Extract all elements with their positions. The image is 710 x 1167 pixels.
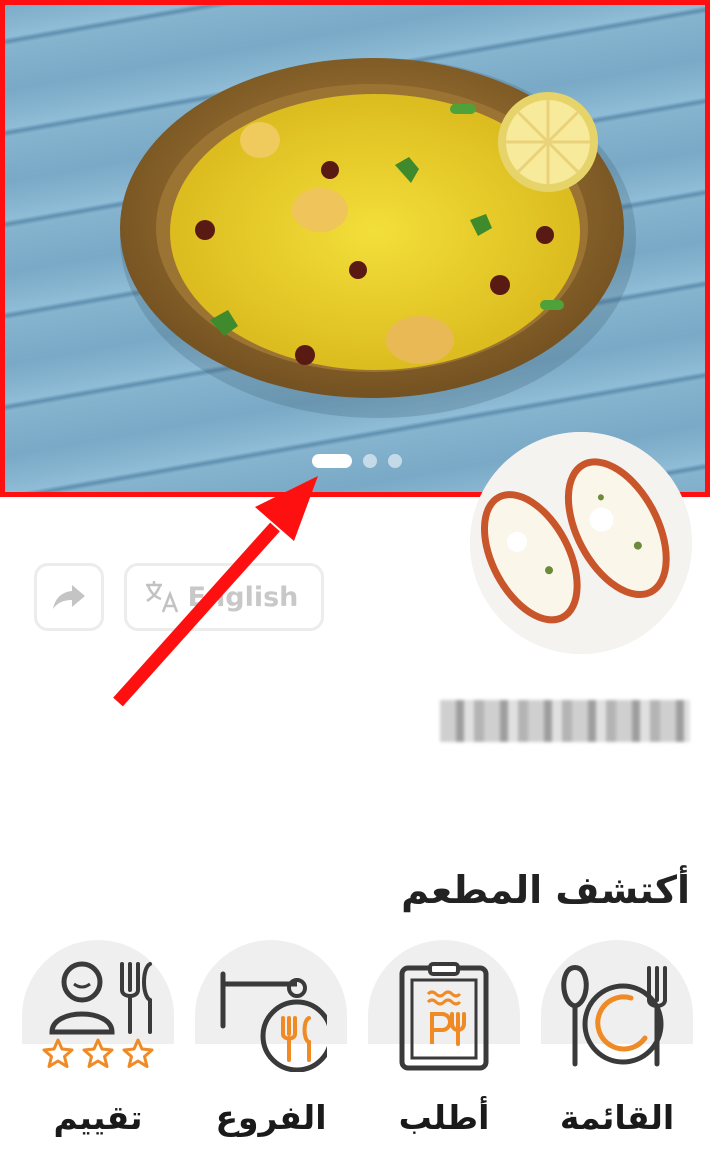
rating-button[interactable]: تقييم bbox=[22, 936, 174, 1146]
menu-button[interactable]: القائمة bbox=[541, 936, 693, 1146]
share-button[interactable] bbox=[34, 563, 104, 631]
branches-button[interactable]: الفروع bbox=[195, 936, 347, 1146]
rating-icon bbox=[42, 961, 154, 1068]
restaurant-avatar bbox=[470, 432, 692, 654]
menu-label: القائمة bbox=[559, 1098, 675, 1137]
order-label: أطلب bbox=[398, 1098, 490, 1137]
order-menu-icon bbox=[399, 962, 489, 1071]
language-label: English bbox=[187, 581, 299, 613]
discover-title: أكتشف المطعم bbox=[401, 868, 690, 912]
share-icon bbox=[53, 585, 85, 609]
plate-cutlery-icon bbox=[561, 965, 667, 1067]
order-button[interactable]: أطلب bbox=[368, 936, 520, 1146]
hero-carousel[interactable] bbox=[0, 0, 710, 497]
language-button[interactable]: English bbox=[124, 563, 324, 631]
carousel-dot[interactable] bbox=[312, 454, 352, 468]
rating-label: تقييم bbox=[53, 1098, 143, 1137]
carousel-dot[interactable] bbox=[388, 454, 402, 468]
restaurant-name bbox=[440, 700, 690, 742]
translate-icon bbox=[145, 581, 178, 613]
hero-food-image bbox=[120, 58, 636, 418]
branches-label: الفروع bbox=[215, 1098, 327, 1137]
carousel-dot[interactable] bbox=[363, 454, 377, 468]
branches-icon bbox=[220, 971, 327, 1072]
